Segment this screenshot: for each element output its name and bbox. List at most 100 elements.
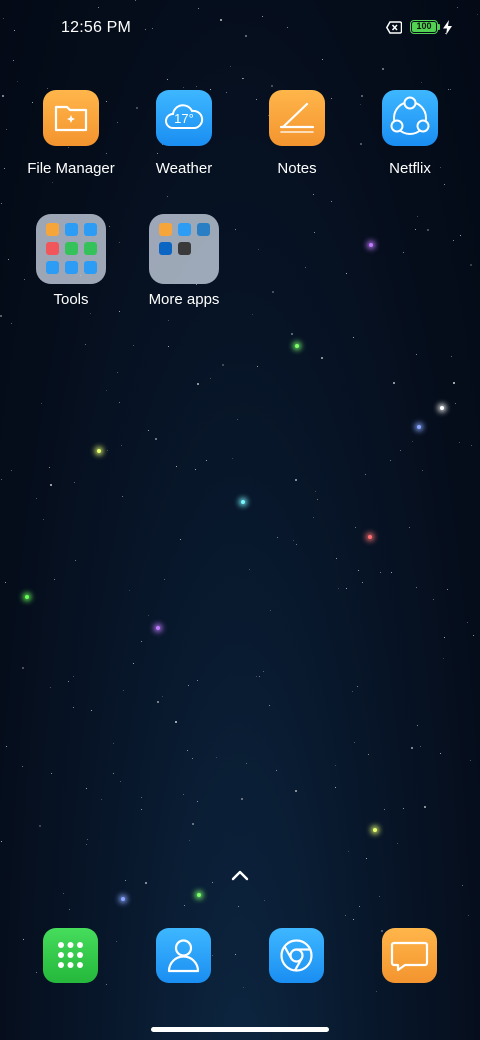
star [51,773,52,774]
star [384,809,385,810]
star [443,658,444,659]
star [17,81,18,82]
star [444,184,445,185]
star [197,801,198,802]
star [8,259,9,260]
glowing-star [25,595,29,599]
app-notes[interactable]: Notes [242,90,352,177]
star [257,366,258,367]
star [101,799,102,800]
star [296,544,297,545]
star [416,354,417,355]
star [189,840,190,841]
star [409,527,410,528]
star [276,770,277,771]
star [176,466,177,467]
folder-label: Tools [53,291,89,308]
status-bar: 12:56 PM 100 [0,0,480,56]
dock-browser[interactable] [269,928,324,983]
star [43,519,44,520]
glowing-star [121,897,125,901]
star [167,196,168,197]
folder-tools[interactable]: Tools [16,214,126,308]
charging-icon [443,20,452,35]
star [168,320,169,321]
glowing-star [295,344,299,348]
star [447,589,448,590]
star [393,382,395,384]
star [259,676,260,677]
star [411,747,413,749]
star [313,194,314,195]
star [52,182,53,183]
star [22,766,23,767]
star [195,469,196,470]
keypad-icon [58,942,83,968]
star [212,882,213,883]
star [335,765,336,766]
star [184,905,185,906]
star [85,344,86,345]
star [86,844,87,845]
star [230,66,231,67]
star [155,438,157,440]
dock-contacts[interactable] [156,928,211,983]
star [293,540,294,541]
home-indicator[interactable] [151,1027,329,1032]
dock-messaging[interactable] [382,928,437,983]
star [1,479,2,480]
star [235,954,236,955]
star [11,323,12,324]
star [252,314,253,315]
dock-dialer[interactable] [43,928,98,983]
star [246,763,247,764]
star [473,635,474,636]
folder-icon [43,90,99,146]
star [421,82,422,83]
app-label: Netflix [389,160,431,177]
star [468,915,469,916]
star [403,252,404,253]
star [348,851,349,852]
star [362,582,363,583]
star [54,579,55,580]
star [63,893,64,894]
star [366,858,367,859]
star [187,750,188,751]
chevron-up-icon[interactable] [230,868,250,882]
star [1,841,2,842]
star [41,403,42,404]
star [470,264,472,266]
star [120,781,121,782]
app-file-manager[interactable]: File Manager [16,90,126,177]
star [376,991,377,992]
star [427,229,429,231]
glowing-star [97,449,101,453]
star [113,743,114,744]
star [391,572,392,573]
star [6,129,7,130]
star [192,823,194,825]
star [420,746,421,747]
glowing-star [440,406,444,410]
star [212,955,213,956]
message-icon [390,941,429,972]
app-netflix[interactable]: Netflix [355,90,465,177]
app-weather[interactable]: 17° Weather [129,90,239,177]
star [397,843,398,844]
star [422,470,423,471]
star [162,696,163,697]
star [451,356,452,357]
star [242,78,243,79]
folder-label: More apps [148,291,220,308]
star [5,582,6,583]
star [305,267,306,268]
glowing-star [368,535,372,539]
star [331,201,332,202]
star [433,599,434,600]
folder-more-apps[interactable]: More apps [129,214,239,308]
star [0,315,2,317]
star [314,232,315,233]
glowing-star [197,893,201,897]
star [467,622,468,623]
